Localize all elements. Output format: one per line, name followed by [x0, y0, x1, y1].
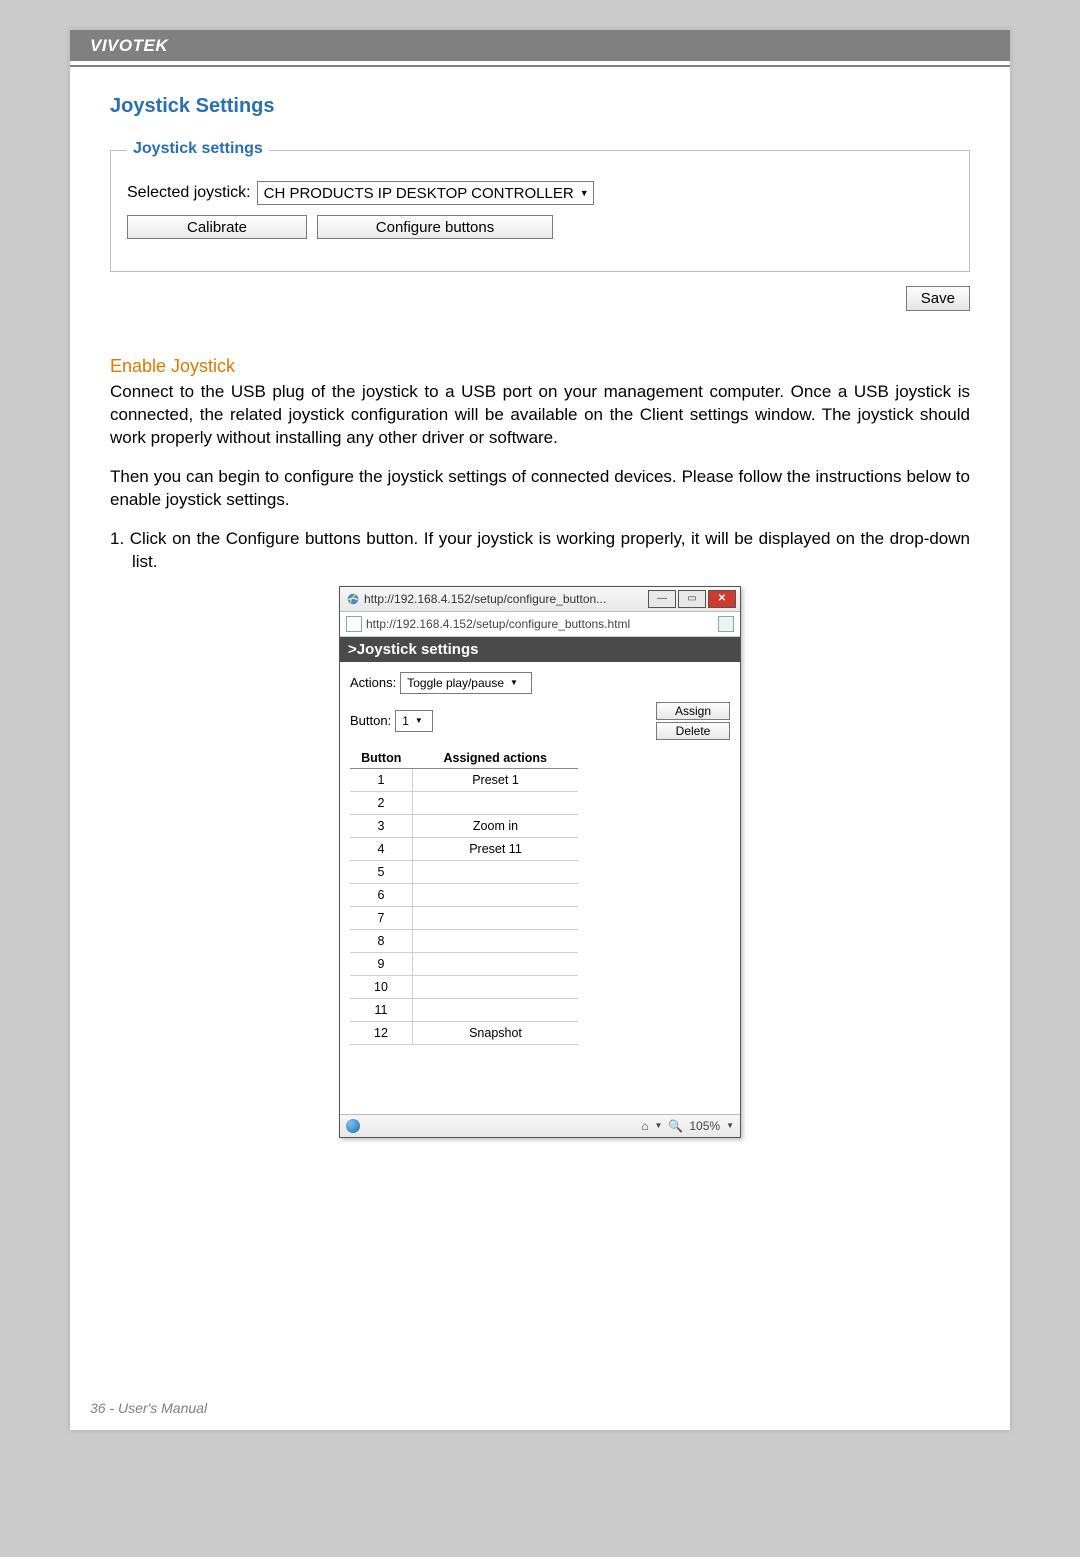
button-cell: 4 [350, 837, 413, 860]
action-cell [413, 952, 579, 975]
button-cell: 11 [350, 998, 413, 1021]
button-cell: 12 [350, 1021, 413, 1044]
chevron-down-icon: ▼ [415, 716, 423, 725]
table-row[interactable]: 5 [350, 860, 578, 883]
brand-text: VIVOTEK [90, 36, 168, 55]
action-cell: Preset 11 [413, 837, 579, 860]
action-cell [413, 975, 579, 998]
chevron-down-icon: ▼ [510, 678, 518, 687]
table-row[interactable]: 10 [350, 975, 578, 998]
col-actions-header: Assigned actions [413, 748, 579, 769]
selected-joystick-value: CH PRODUCTS IP DESKTOP CONTROLLER [264, 185, 574, 202]
action-cell [413, 906, 579, 929]
page-footer: 36 - User's Manual [90, 1400, 207, 1416]
button-cell: 1 [350, 768, 413, 791]
button-cell: 6 [350, 883, 413, 906]
page-title: Joystick Settings [110, 95, 970, 118]
button-cell: 2 [350, 791, 413, 814]
action-cell [413, 929, 579, 952]
button-number-dropdown[interactable]: 1 ▼ [395, 710, 433, 732]
close-button[interactable]: ✕ [708, 590, 736, 608]
selected-joystick-label: Selected joystick: [127, 184, 251, 202]
delete-button[interactable]: Delete [656, 722, 730, 740]
status-bar: ⌂ ▼ 🔍 105% ▼ [340, 1114, 740, 1137]
table-row[interactable]: 1Preset 1 [350, 768, 578, 791]
calibrate-button[interactable]: Calibrate [127, 215, 307, 239]
enable-joystick-heading: Enable Joystick [110, 356, 970, 377]
chevron-down-icon[interactable]: ▼ [726, 1121, 734, 1130]
calibrate-button-label: Calibrate [187, 219, 247, 236]
button-cell: 10 [350, 975, 413, 998]
table-row[interactable]: 8 [350, 929, 578, 952]
action-cell: Preset 1 [413, 768, 579, 791]
page-icon [346, 616, 362, 632]
chevron-down-icon: ▼ [580, 188, 589, 198]
table-row[interactable]: 6 [350, 883, 578, 906]
joystick-settings-panel: Joystick settings Selected joystick: CH … [110, 150, 970, 272]
assign-button[interactable]: Assign [656, 702, 730, 720]
save-button-label: Save [921, 290, 955, 307]
panel-legend: Joystick settings [127, 140, 269, 158]
action-cell [413, 860, 579, 883]
address-bar: http://192.168.4.152/setup/configure_but… [340, 612, 740, 637]
configure-buttons-label: Configure buttons [376, 219, 494, 236]
refresh-icon[interactable] [718, 616, 734, 632]
button-number-label: Button: [350, 713, 391, 728]
table-row[interactable]: 2 [350, 791, 578, 814]
save-button[interactable]: Save [906, 286, 970, 311]
chevron-down-icon[interactable]: ▼ [655, 1121, 663, 1130]
configure-buttons-window: http://192.168.4.152/setup/configure_but… [339, 586, 741, 1138]
col-button-header: Button [350, 748, 413, 769]
table-row[interactable]: 11 [350, 998, 578, 1021]
popup-section-title: >Joystick settings [340, 637, 740, 662]
paragraph-1: Connect to the USB plug of the joystick … [110, 381, 970, 450]
table-row[interactable]: 7 [350, 906, 578, 929]
button-cell: 9 [350, 952, 413, 975]
step-1: 1. Click on the Configure buttons button… [110, 528, 970, 574]
action-cell: Zoom in [413, 814, 579, 837]
window-titlebar: http://192.168.4.152/setup/configure_but… [340, 587, 740, 612]
table-row[interactable]: 9 [350, 952, 578, 975]
table-row[interactable]: 3Zoom in [350, 814, 578, 837]
delete-button-label: Delete [676, 724, 711, 738]
configure-buttons-button[interactable]: Configure buttons [317, 215, 553, 239]
actions-label: Actions: [350, 675, 396, 690]
selected-joystick-dropdown[interactable]: CH PRODUCTS IP DESKTOP CONTROLLER ▼ [257, 181, 594, 205]
assign-button-label: Assign [675, 704, 711, 718]
actions-value: Toggle play/pause [407, 676, 504, 690]
action-cell [413, 883, 579, 906]
table-row[interactable]: 12Snapshot [350, 1021, 578, 1044]
zoom-icon[interactable]: 🔍 [668, 1119, 683, 1133]
window-title: http://192.168.4.152/setup/configure_but… [364, 592, 606, 606]
address-text: http://192.168.4.152/setup/configure_but… [366, 617, 630, 631]
button-number-value: 1 [402, 714, 409, 728]
brand-header: VIVOTEK [70, 30, 1010, 61]
actions-dropdown[interactable]: Toggle play/pause ▼ [400, 672, 532, 694]
maximize-button[interactable]: ▭ [678, 590, 706, 608]
action-cell: Snapshot [413, 1021, 579, 1044]
action-cell [413, 998, 579, 1021]
table-row[interactable]: 4Preset 11 [350, 837, 578, 860]
paragraph-2: Then you can begin to configure the joys… [110, 466, 970, 512]
button-actions-table: Button Assigned actions 1Preset 123Zoom … [350, 748, 578, 1045]
button-cell: 8 [350, 929, 413, 952]
button-cell: 7 [350, 906, 413, 929]
internet-zone-icon [346, 1119, 360, 1133]
minimize-button[interactable]: — [648, 590, 676, 608]
ie-icon [346, 592, 360, 606]
action-cell [413, 791, 579, 814]
zoom-level: 105% [689, 1119, 720, 1133]
home-icon[interactable]: ⌂ [641, 1119, 648, 1133]
button-cell: 5 [350, 860, 413, 883]
button-cell: 3 [350, 814, 413, 837]
